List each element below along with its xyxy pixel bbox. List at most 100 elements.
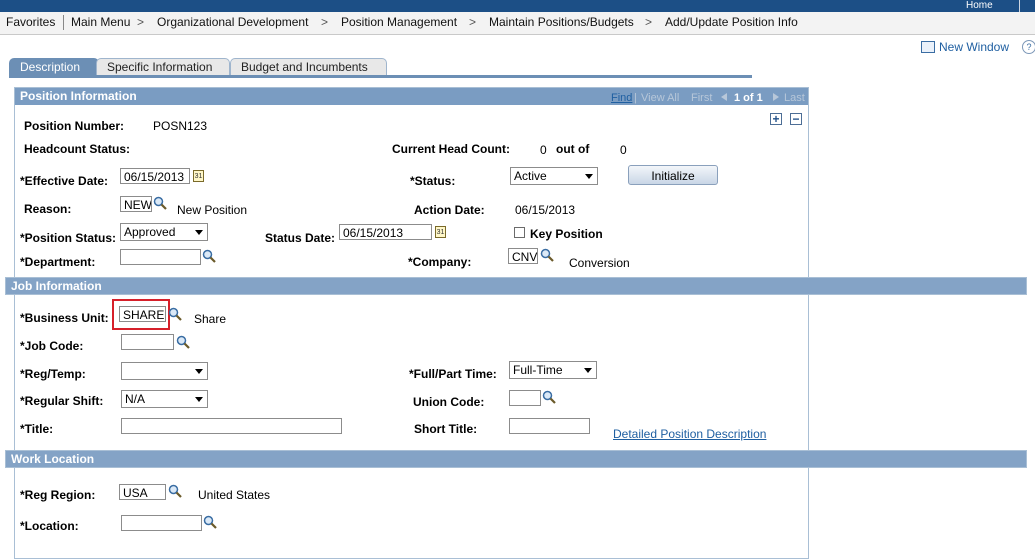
next-arrow-icon[interactable] — [773, 93, 779, 101]
lookup-icon[interactable] — [168, 484, 182, 498]
short-title-input[interactable] — [509, 418, 590, 434]
breadcrumb-separator: > — [321, 15, 329, 29]
action-date-label: Action Date: — [414, 203, 485, 217]
department-input[interactable] — [120, 249, 201, 265]
union-code-input[interactable] — [509, 390, 541, 406]
max-head-count-value: 0 — [620, 143, 627, 157]
reason-input[interactable]: NEW — [120, 196, 152, 212]
status-select[interactable]: Active — [510, 167, 598, 185]
breadcrumb-maintain-positions[interactable]: Maintain Positions/Budgets — [489, 15, 634, 29]
reg-region-label: *Reg Region: — [20, 488, 96, 502]
breadcrumb: Favorites Main Menu > Organizational Dev… — [0, 12, 1035, 35]
help-icon[interactable]: ? — [1022, 40, 1035, 54]
reason-description: New Position — [177, 203, 248, 217]
reg-temp-select[interactable] — [121, 362, 208, 380]
tab-description[interactable]: Description — [9, 58, 99, 76]
add-row-button[interactable]: + — [770, 113, 782, 125]
prev-arrow-icon[interactable] — [721, 93, 727, 101]
job-code-label: *Job Code: — [20, 339, 84, 353]
calendar-icon[interactable]: 31 — [435, 226, 446, 238]
calendar-icon[interactable]: 31 — [193, 170, 204, 182]
breadcrumb-org-development[interactable]: Organizational Development — [157, 15, 308, 29]
current-head-count-label: Current Head Count: — [392, 142, 510, 156]
new-window-icon[interactable] — [921, 41, 935, 53]
company-description: Conversion — [569, 256, 630, 270]
business-unit-label: *Business Unit: — [20, 311, 109, 325]
breadcrumb-separator: > — [469, 15, 477, 29]
chevron-down-icon — [584, 368, 592, 373]
breadcrumb-main-menu[interactable]: Main Menu — [71, 15, 130, 29]
key-position-label: Key Position — [530, 227, 603, 241]
reg-temp-label: *Reg/Temp: — [20, 367, 86, 381]
position-information-title: Position Information — [20, 89, 137, 103]
department-label: *Department: — [20, 255, 96, 269]
reason-label: Reason: — [24, 202, 72, 216]
tab-underline — [9, 75, 752, 78]
chevron-down-icon — [195, 369, 203, 374]
first-link[interactable]: First — [691, 90, 712, 107]
current-head-count-value: 0 — [540, 143, 547, 157]
effective-date-input[interactable]: 06/15/2013 — [120, 168, 190, 184]
job-information-header: Job Information — [5, 277, 1027, 295]
tab-specific-information[interactable]: Specific Information — [96, 58, 230, 76]
company-input[interactable]: CNV — [508, 248, 538, 264]
tab-budget-and-incumbents[interactable]: Budget and Incumbents — [230, 58, 387, 76]
reg-region-description: United States — [198, 488, 271, 502]
chevron-down-icon — [195, 397, 203, 402]
regular-shift-select[interactable]: N/A — [121, 390, 208, 408]
row-counter: 1 of 1 — [734, 92, 763, 104]
title-label: *Title: — [20, 422, 54, 436]
breadcrumb-position-management[interactable]: Position Management — [341, 15, 457, 29]
position-number-label: Position Number: — [24, 119, 125, 133]
breadcrumb-add-update-position[interactable]: Add/Update Position Info — [665, 15, 798, 29]
reg-region-input[interactable]: USA — [119, 484, 166, 500]
breadcrumb-separator: > — [645, 15, 653, 29]
lookup-icon[interactable] — [203, 515, 217, 529]
position-status-select[interactable]: Approved — [120, 223, 208, 241]
headcount-status-label: Headcount Status: — [24, 142, 131, 156]
lookup-icon[interactable] — [176, 335, 190, 349]
new-window-link[interactable]: New Window — [939, 40, 1009, 54]
job-code-input[interactable] — [121, 334, 174, 350]
regular-shift-label: *Regular Shift: — [20, 394, 104, 408]
action-date-value: 06/15/2013 — [515, 203, 576, 217]
detailed-position-description-link[interactable]: Detailed Position Description — [613, 427, 766, 441]
title-input[interactable] — [121, 418, 342, 434]
regular-shift-value: N/A — [125, 392, 146, 406]
full-part-time-value: Full-Time — [513, 363, 563, 377]
delete-row-button[interactable]: − — [790, 113, 802, 125]
work-location-header: Work Location — [5, 450, 1027, 468]
status-date-label: Status Date: — [265, 231, 336, 245]
lookup-icon[interactable] — [153, 196, 167, 210]
full-part-time-select[interactable]: Full-Time — [509, 361, 597, 379]
lookup-icon[interactable] — [168, 307, 182, 321]
top-strip — [0, 0, 1035, 12]
position-status-value: Approved — [124, 225, 176, 239]
breadcrumb-favorites[interactable]: Favorites — [6, 15, 55, 29]
status-date-input[interactable]: 06/15/2013 — [339, 224, 432, 240]
key-position-checkbox[interactable] — [514, 227, 525, 238]
location-input[interactable] — [121, 515, 202, 531]
full-part-time-label: *Full/Part Time: — [409, 367, 497, 381]
view-all-link[interactable]: View All — [641, 90, 679, 107]
company-label: *Company: — [408, 255, 472, 269]
chevron-down-icon — [585, 174, 593, 179]
out-of-label: out of — [556, 142, 590, 156]
status-select-value: Active — [514, 169, 547, 183]
position-status-label: *Position Status: — [20, 231, 117, 245]
business-unit-input[interactable]: SHARE — [119, 306, 166, 322]
chevron-down-icon — [195, 230, 203, 235]
effective-date-label: *Effective Date: — [20, 174, 109, 188]
lookup-icon[interactable] — [542, 390, 556, 404]
home-link[interactable]: Home — [966, 0, 993, 12]
last-link[interactable]: Last — [784, 90, 805, 107]
breadcrumb-separator: > — [137, 15, 145, 29]
lookup-icon[interactable] — [540, 248, 554, 262]
breadcrumb-divider — [63, 15, 64, 30]
lookup-icon[interactable] — [202, 249, 216, 263]
position-information-header: Position Information Find | View All Fir… — [15, 88, 808, 105]
initialize-button[interactable]: Initialize — [628, 165, 718, 185]
separator: | — [634, 92, 637, 104]
short-title-label: Short Title: — [414, 422, 478, 436]
find-link[interactable]: Find — [611, 90, 632, 107]
